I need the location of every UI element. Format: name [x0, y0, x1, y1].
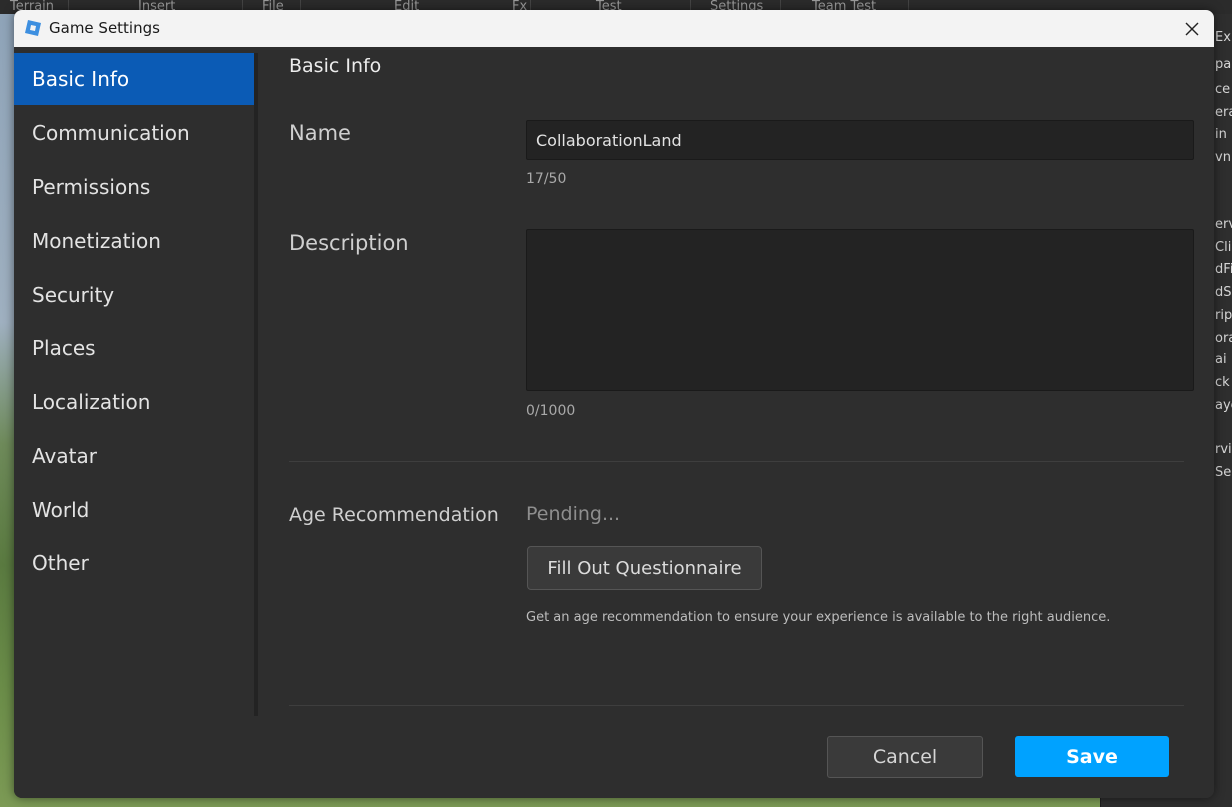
age-recommendation-label: Age Recommendation [289, 504, 499, 526]
save-button[interactable]: Save [1015, 736, 1169, 777]
name-label: Name [289, 121, 351, 145]
title-bar[interactable]: Game Settings [14, 10, 1214, 47]
settings-sidebar: Basic Info Communication Permissions Mon… [14, 53, 254, 716]
game-settings-dialog: Game Settings Basic Info Communication P… [14, 10, 1214, 798]
sidebar-item-monetization[interactable]: Monetization [14, 215, 254, 267]
section-title: Basic Info [289, 55, 382, 77]
explorer-row[interactable]: in [1215, 127, 1227, 142]
explorer-row[interactable]: vnL [1215, 150, 1232, 165]
section-divider [289, 461, 1184, 462]
roblox-studio-icon [24, 19, 42, 37]
sidebar-item-avatar[interactable]: Avatar [14, 430, 254, 482]
settings-content: Basic Info Name 17/50 Description 0/1000… [258, 53, 1214, 716]
explorer-row[interactable]: Clie [1215, 240, 1232, 255]
explorer-row[interactable]: ai [1215, 352, 1227, 367]
explorer-row[interactable]: ript [1215, 308, 1232, 323]
explorer-row[interactable]: orag [1215, 331, 1232, 346]
explorer-row[interactable]: aye [1215, 398, 1232, 413]
sidebar-item-other[interactable]: Other [14, 537, 254, 589]
sidebar-item-security[interactable]: Security [14, 269, 254, 321]
sidebar-item-localization[interactable]: Localization [14, 376, 254, 428]
explorer-row[interactable]: erv [1215, 217, 1232, 232]
fill-out-questionnaire-button[interactable]: Fill Out Questionnaire [527, 546, 762, 590]
description-char-counter: 0/1000 [526, 403, 576, 419]
description-input[interactable] [526, 229, 1194, 391]
close-icon [1185, 22, 1199, 35]
sidebar-item-communication[interactable]: Communication [14, 107, 254, 159]
explorer-row[interactable]: pac [1215, 57, 1232, 72]
explorer-row[interactable]: ck [1215, 375, 1230, 390]
description-label: Description [289, 231, 409, 255]
section-divider-bottom [289, 705, 1184, 706]
explorer-row[interactable]: rvic [1215, 442, 1232, 457]
explorer-row[interactable]: ce [1215, 82, 1230, 97]
explorer-row[interactable]: Ser [1215, 465, 1232, 480]
sidebar-item-world[interactable]: World [14, 484, 254, 536]
sidebar-item-permissions[interactable]: Permissions [14, 161, 254, 213]
explorer-row[interactable]: era [1215, 105, 1232, 120]
cancel-button[interactable]: Cancel [827, 736, 983, 778]
explorer-row[interactable]: dS [1215, 285, 1232, 300]
name-char-counter: 17/50 [526, 171, 567, 187]
sidebar-item-basic-info[interactable]: Basic Info [14, 53, 254, 105]
explorer-row[interactable]: dFi [1215, 262, 1232, 277]
dialog-title: Game Settings [49, 19, 160, 37]
sidebar-item-places[interactable]: Places [14, 322, 254, 374]
age-status: Pending... [526, 503, 621, 525]
name-input[interactable] [526, 120, 1194, 160]
age-hint-text: Get an age recommendation to ensure your… [526, 610, 1111, 625]
explorer-title: Explor [1215, 30, 1232, 45]
close-button[interactable] [1170, 10, 1214, 47]
dialog-footer: Cancel Save [14, 716, 1214, 798]
